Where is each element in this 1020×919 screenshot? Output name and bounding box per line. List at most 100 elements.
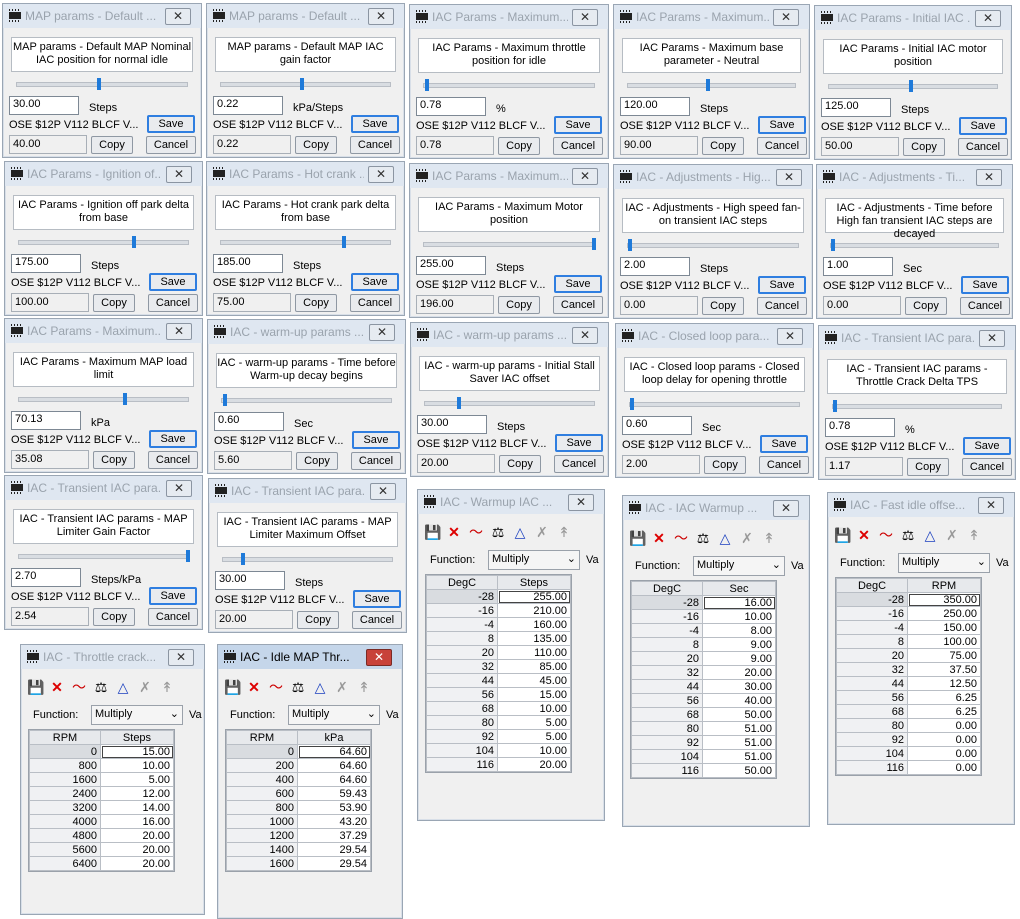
table-row[interactable]: -16 210.00 [426, 603, 571, 618]
save-button[interactable]: Save [351, 115, 399, 133]
param-window[interactable]: IAC Params - Maximum... ✕ IAC Params - M… [4, 318, 203, 473]
split-icon[interactable]: ↟ [159, 679, 175, 695]
value-slider[interactable] [423, 79, 595, 91]
row-value[interactable]: 14.00 [100, 800, 174, 815]
table-row[interactable]: 5600 20.00 [29, 842, 174, 857]
row-value[interactable]: 6.25 [907, 704, 981, 719]
row-value[interactable]: 29.54 [297, 856, 371, 871]
copy-button[interactable]: Copy [93, 608, 135, 626]
slider-thumb[interactable] [706, 79, 711, 91]
value-input[interactable]: 30.00 [417, 415, 487, 434]
param-window[interactable]: IAC - warm-up params ... ✕ IAC - warm-up… [410, 322, 609, 477]
table-row[interactable]: 44 30.00 [631, 679, 776, 694]
table-row[interactable]: 32 20.00 [631, 665, 776, 680]
table-row[interactable]: 20 75.00 [836, 648, 981, 663]
graph-icon[interactable]: 〜 [268, 679, 284, 695]
row-value[interactable]: 10.00 [100, 758, 174, 773]
table-row[interactable]: 0 64.60 [226, 744, 371, 759]
row-value[interactable]: 30.00 [702, 679, 776, 694]
table-row[interactable]: -4 150.00 [836, 620, 981, 635]
table-row[interactable]: 92 5.00 [426, 729, 571, 744]
table-row[interactable]: 56 15.00 [426, 687, 571, 702]
slider-thumb[interactable] [830, 239, 835, 251]
cancel-button[interactable]: Cancel [960, 297, 1010, 315]
save-button[interactable]: Save [351, 273, 399, 291]
row-value[interactable]: 135.00 [497, 631, 571, 646]
balance-icon[interactable]: ⚖ [900, 527, 916, 543]
slider-thumb[interactable] [627, 239, 632, 251]
cancel-button[interactable]: Cancel [757, 297, 807, 315]
save-button[interactable]: Save [959, 117, 1007, 135]
row-value[interactable]: 15.00 [100, 744, 174, 759]
slider-thumb[interactable] [342, 236, 347, 248]
graph-icon[interactable]: 〜 [71, 679, 87, 695]
clear-icon[interactable]: ✗ [334, 679, 350, 695]
value-slider[interactable] [222, 553, 393, 565]
delete-icon[interactable]: ✕ [446, 524, 462, 540]
cancel-button[interactable]: Cancel [553, 296, 603, 314]
column-header[interactable]: Steps [100, 730, 174, 745]
table-row[interactable]: 1600 29.54 [226, 856, 371, 871]
copy-button[interactable]: Copy [296, 452, 338, 470]
title-bar[interactable]: IAC - Adjustments - Hig... ✕ [614, 165, 812, 189]
title-bar[interactable]: MAP params - Default ... ✕ [207, 4, 404, 28]
value-slider[interactable] [18, 550, 190, 562]
slider-thumb[interactable] [592, 238, 596, 250]
value-input[interactable]: 0.78 [825, 418, 895, 437]
function-select[interactable]: Multiply ⌄ [693, 556, 785, 576]
table-row[interactable]: 8 9.00 [631, 637, 776, 652]
table-row[interactable]: -28 16.00 [631, 595, 776, 610]
slider-thumb[interactable] [832, 400, 837, 412]
column-header[interactable]: RPM [226, 730, 298, 745]
close-button[interactable]: ✕ [979, 330, 1005, 347]
column-header[interactable]: DegC [631, 581, 703, 596]
close-button[interactable]: ✕ [369, 324, 395, 341]
value-input[interactable]: 255.00 [416, 256, 486, 275]
save-icon[interactable]: 💾 [629, 530, 646, 546]
table-row[interactable]: 200 64.60 [226, 758, 371, 773]
row-value[interactable]: 0.00 [907, 718, 981, 733]
title-bar[interactable]: IAC Params - Maximum... ✕ [410, 5, 608, 29]
save-button[interactable]: Save [353, 590, 401, 608]
row-value[interactable]: 37.29 [297, 828, 371, 843]
table-row[interactable]: -16 250.00 [836, 606, 981, 621]
save-button[interactable]: Save [758, 276, 806, 294]
table-row[interactable]: 20 9.00 [631, 651, 776, 666]
title-bar[interactable]: IAC - Transient IAC para... ✕ [5, 476, 202, 500]
table-row[interactable]: 92 0.00 [836, 732, 981, 747]
value-input[interactable]: 0.78 [416, 97, 486, 116]
delete-icon[interactable]: ✕ [246, 679, 262, 695]
title-bar[interactable]: IAC Params - Maximum... ✕ [5, 319, 202, 343]
delete-icon[interactable]: ✕ [49, 679, 65, 695]
save-button[interactable]: Save [555, 434, 603, 452]
param-window[interactable]: IAC Params - Maximum... ✕ IAC Params - M… [409, 4, 609, 159]
cancel-button[interactable]: Cancel [148, 294, 198, 312]
value-input[interactable]: 2.00 [620, 257, 690, 276]
table-row[interactable]: -4 8.00 [631, 623, 776, 638]
graph-icon[interactable]: 〜 [673, 530, 689, 546]
table-row[interactable]: 68 6.25 [836, 704, 981, 719]
copy-button[interactable]: Copy [498, 296, 540, 314]
copy-button[interactable]: Copy [702, 137, 744, 155]
slider-thumb[interactable] [425, 79, 430, 91]
row-value[interactable]: 20.00 [100, 856, 174, 871]
value-slider[interactable] [832, 400, 1002, 412]
interpolate-icon[interactable]: △ [717, 530, 733, 546]
table-row[interactable]: 104 51.00 [631, 749, 776, 764]
table-row[interactable]: 80 5.00 [426, 715, 571, 730]
data-grid[interactable]: RPM Steps 0 15.00 800 10.00 1600 5.00 24… [28, 729, 175, 872]
title-bar[interactable]: IAC - warm-up params ... ✕ [411, 323, 608, 347]
clear-icon[interactable]: ✗ [137, 679, 153, 695]
clear-icon[interactable]: ✗ [944, 527, 960, 543]
row-value[interactable]: 0.00 [907, 760, 981, 775]
cancel-button[interactable]: Cancel [553, 137, 603, 155]
save-button[interactable]: Save [149, 587, 197, 605]
close-button[interactable]: ✕ [572, 9, 598, 26]
table-row[interactable]: 1400 29.54 [226, 842, 371, 857]
table-row[interactable]: 6400 20.00 [29, 856, 174, 871]
column-header[interactable]: Steps [497, 575, 571, 590]
row-value[interactable]: 51.00 [702, 721, 776, 736]
table-row[interactable]: 1600 5.00 [29, 772, 174, 787]
value-slider[interactable] [18, 393, 189, 405]
row-value[interactable]: 10.00 [702, 609, 776, 624]
